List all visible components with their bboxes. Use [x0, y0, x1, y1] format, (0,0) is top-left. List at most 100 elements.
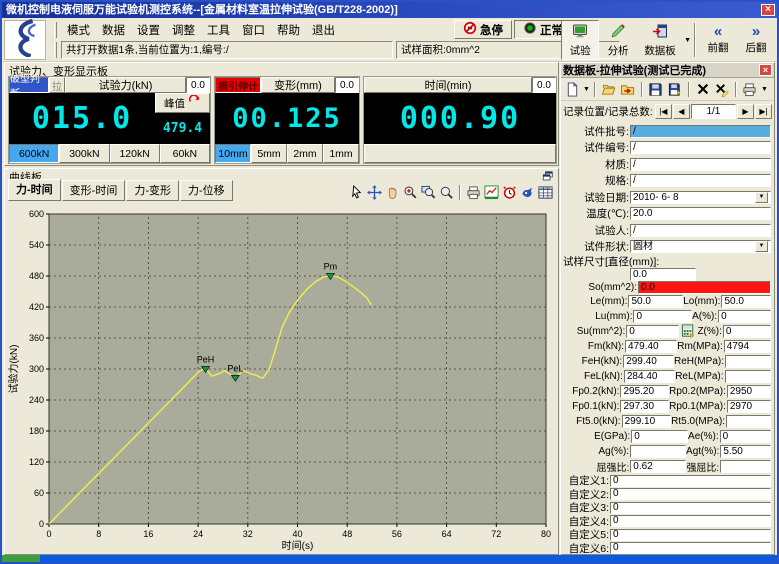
- tab-0[interactable]: 力-时间: [8, 179, 61, 201]
- chevron-down-icon[interactable]: ▼: [755, 192, 768, 203]
- pair-8-left-input[interactable]: 299.10: [622, 415, 672, 428]
- force-range-600kN[interactable]: 600kN: [9, 144, 59, 163]
- pair-6-right-input[interactable]: 2950: [727, 385, 771, 398]
- pair-2-right-input[interactable]: 0: [723, 325, 771, 338]
- form-row-0-input[interactable]: /: [630, 125, 771, 138]
- form-row-7-input[interactable]: 圆材▼: [630, 240, 771, 253]
- pair-6-left-input[interactable]: 295.20: [620, 385, 669, 398]
- chevron-down-icon[interactable]: ▼: [583, 86, 590, 93]
- open-folder-icon[interactable]: [600, 80, 618, 98]
- pair-9-right-input[interactable]: 0: [720, 430, 771, 443]
- pair-4-left-input[interactable]: 299.40: [623, 355, 674, 368]
- record-first-button[interactable]: |◀: [655, 104, 672, 119]
- estop-button[interactable]: 急停: [454, 20, 512, 39]
- chevron-down-icon[interactable]: ▼: [761, 86, 768, 93]
- pair-5-right-input[interactable]: [725, 370, 771, 383]
- custom-4-input[interactable]: 0: [610, 529, 771, 541]
- force-range-300kN[interactable]: 300kN: [59, 144, 109, 163]
- pair-11-left-input[interactable]: 0.62: [630, 460, 686, 473]
- print-icon[interactable]: [465, 184, 482, 201]
- test-button[interactable]: 试验: [561, 20, 599, 60]
- restore-window-icon[interactable]: [542, 170, 555, 182]
- chart-icon[interactable]: [483, 184, 500, 201]
- custom-5-input[interactable]: 0: [610, 542, 771, 554]
- custom-3-input[interactable]: 0: [610, 515, 771, 527]
- tab-2[interactable]: 力-变形: [126, 180, 179, 201]
- pair-7-left-input[interactable]: 297.30: [620, 400, 669, 413]
- form-row-2-input[interactable]: /: [630, 158, 771, 171]
- zoom-window-icon[interactable]: [420, 184, 437, 201]
- zoom-out-icon[interactable]: [438, 184, 455, 201]
- pair-11-right-input[interactable]: [720, 460, 771, 473]
- delete-icon[interactable]: [694, 80, 712, 98]
- pair-1-right-input[interactable]: 0: [718, 310, 771, 323]
- break-detect-button[interactable]: 破型判断: [9, 77, 49, 93]
- menu-item-3[interactable]: 调整: [166, 21, 201, 39]
- close-icon[interactable]: ×: [761, 4, 775, 16]
- analyze-button[interactable]: 分析: [599, 20, 637, 60]
- force-range-120kN[interactable]: 120kN: [110, 144, 160, 163]
- menu-item-4[interactable]: 工具: [201, 21, 236, 39]
- export-icon[interactable]: [619, 80, 637, 98]
- page-prev-button[interactable]: « 前翻: [699, 20, 737, 60]
- panel-close-icon[interactable]: ×: [759, 64, 772, 76]
- save-icon[interactable]: [647, 80, 665, 98]
- move-icon[interactable]: [366, 184, 383, 201]
- databoard-button[interactable]: 数据板: [637, 20, 683, 60]
- peak-reset-icon[interactable]: [188, 95, 201, 111]
- pair-10-right-input[interactable]: 5.50: [720, 445, 771, 458]
- clock-icon[interactable]: [501, 184, 518, 201]
- zoom-in-icon[interactable]: [402, 184, 419, 201]
- custom-2-input[interactable]: 0: [610, 502, 771, 514]
- chevron-down-icon[interactable]: ▼: [755, 241, 768, 252]
- so-input[interactable]: 0.0: [638, 281, 771, 294]
- menu-item-6[interactable]: 帮助: [271, 21, 306, 39]
- tab-3[interactable]: 力-位移: [180, 180, 233, 201]
- menu-item-5[interactable]: 窗口: [236, 21, 271, 39]
- tab-1[interactable]: 变形-时间: [62, 180, 126, 201]
- pair-0-left-input[interactable]: 50.0: [628, 295, 683, 308]
- record-last-button[interactable]: ▶|: [755, 104, 772, 119]
- save-as-icon[interactable]: [666, 80, 684, 98]
- pair-1-left-input[interactable]: 0: [633, 310, 692, 323]
- pair-7-right-input[interactable]: 2970: [727, 400, 771, 413]
- print-icon[interactable]: [741, 80, 759, 98]
- record-next-button[interactable]: ▶: [737, 104, 754, 119]
- size-input[interactable]: 0.0: [630, 268, 696, 281]
- form-row-3-input[interactable]: /: [630, 174, 771, 187]
- pair-3-left-input[interactable]: 479.40: [625, 340, 677, 353]
- pair-5-left-input[interactable]: 284.40: [624, 370, 675, 383]
- pull-mode-button[interactable]: 拉: [49, 77, 65, 93]
- chevron-down-icon[interactable]: ▼: [684, 37, 691, 44]
- page-next-button[interactable]: » 后翻: [737, 20, 775, 60]
- hand-icon[interactable]: [384, 184, 401, 201]
- deform-range-5mm[interactable]: 5mm: [251, 144, 287, 163]
- custom-1-input[interactable]: 0: [610, 488, 771, 500]
- calc-icon[interactable]: [681, 324, 697, 339]
- menu-item-2[interactable]: 设置: [131, 21, 166, 39]
- deform-range-1mm[interactable]: 1mm: [323, 144, 359, 163]
- pair-4-right-input[interactable]: [725, 355, 771, 368]
- clear-icon[interactable]: [713, 80, 731, 98]
- record-prev-button[interactable]: ◀: [673, 104, 690, 119]
- new-doc-icon[interactable]: [563, 80, 581, 98]
- pair-8-right-input[interactable]: [726, 415, 771, 428]
- menu-item-1[interactable]: 数据: [96, 21, 131, 39]
- custom-0-input[interactable]: 0: [610, 475, 771, 487]
- pair-3-right-input[interactable]: 4794: [724, 340, 771, 353]
- deform-range-2mm[interactable]: 2mm: [287, 144, 323, 163]
- snapshot-icon[interactable]: [519, 184, 536, 201]
- form-row-5-input[interactable]: 20.0: [630, 207, 771, 220]
- pair-9-left-input[interactable]: 0: [631, 430, 688, 443]
- pair-10-left-input[interactable]: [630, 445, 686, 458]
- cursor-icon[interactable]: [348, 184, 365, 201]
- deform-range-10mm[interactable]: 10mm: [215, 144, 251, 163]
- form-row-1-input[interactable]: /: [630, 141, 771, 154]
- menu-item-0[interactable]: 模式: [61, 21, 96, 39]
- form-row-4-input[interactable]: 2010- 6- 8▼: [630, 191, 771, 204]
- pair-2-left-input[interactable]: 0: [626, 325, 679, 338]
- extensometer-remove-button[interactable]: 摘引伸计: [215, 77, 261, 93]
- pair-0-right-input[interactable]: 50.0: [721, 295, 771, 308]
- table-icon[interactable]: [537, 184, 554, 201]
- menu-item-7[interactable]: 退出: [306, 21, 341, 39]
